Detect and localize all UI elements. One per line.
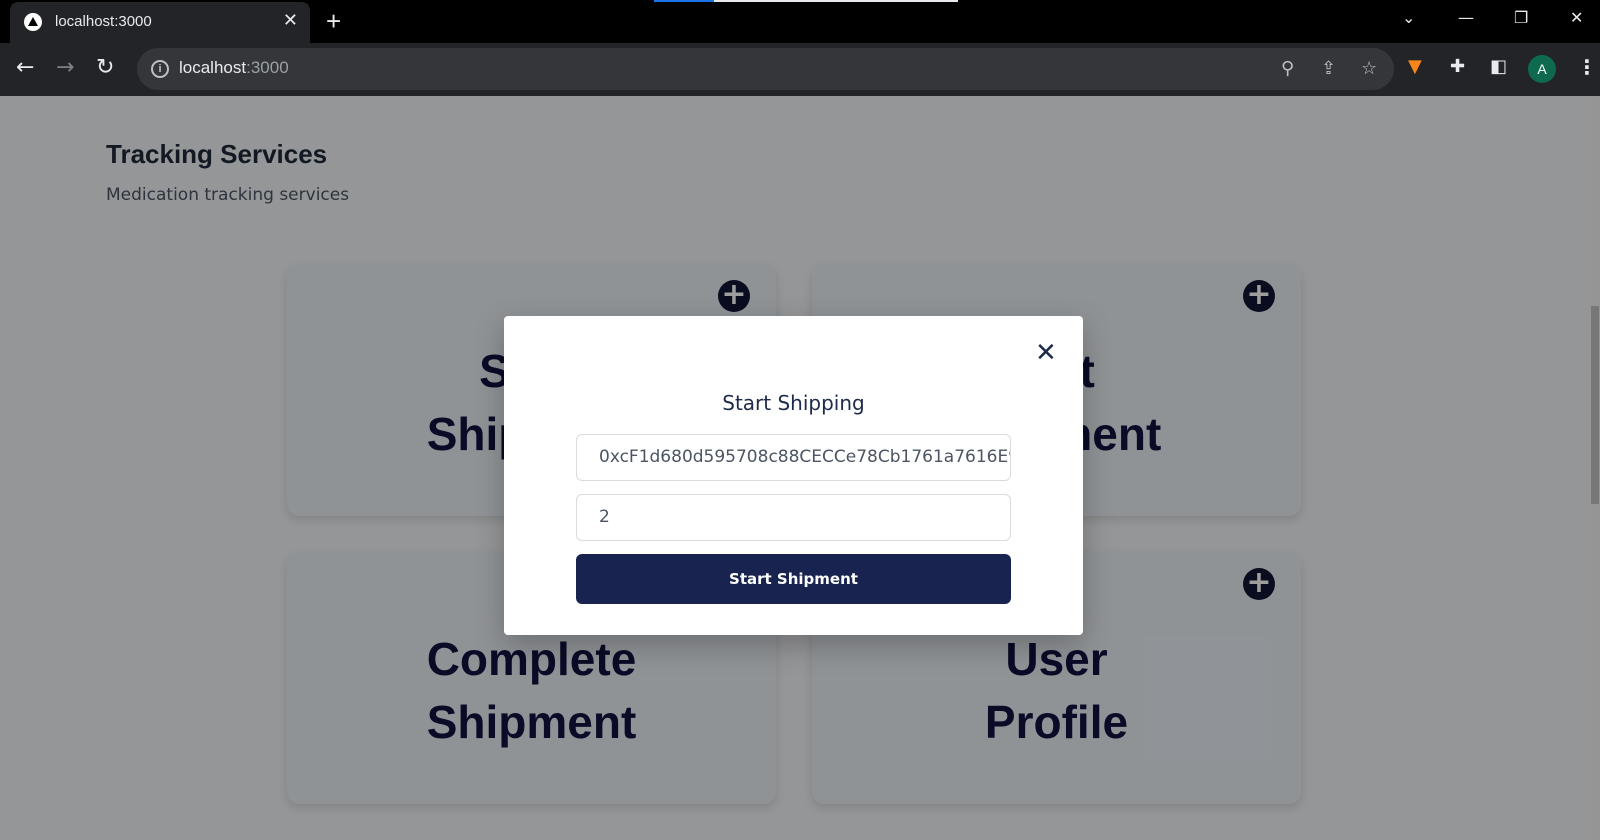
tab-close-icon[interactable]: ✕ [283, 10, 298, 31]
browser-toolbar: ← → ↻ i localhost:3000 ⚲ ⇪ ☆ ▼ ✚ ◧ A ⋮ [0, 43, 1600, 96]
forward-icon[interactable]: → [56, 55, 74, 80]
side-panel-icon[interactable]: ◧ [1490, 56, 1507, 77]
start-shipment-button[interactable]: Start Shipment [576, 554, 1011, 604]
metamask-fox-icon[interactable]: ▼ [1408, 56, 1422, 77]
start-shipping-modal: ✕ Start Shipping 0xcF1d680d595708c88CECC… [504, 316, 1083, 635]
close-icon[interactable]: ✕ [1035, 338, 1057, 368]
bookmark-star-icon[interactable]: ☆ [1361, 58, 1377, 79]
reload-icon[interactable]: ↻ [96, 55, 114, 80]
browser-menu-icon[interactable]: ⋮ [1577, 55, 1597, 79]
url-text: localhost:3000 [179, 58, 289, 77]
minimize-icon[interactable]: — [1458, 8, 1474, 27]
browser-tab[interactable]: localhost:3000 ✕ [10, 2, 310, 43]
extensions-puzzle-icon[interactable]: ✚ [1450, 56, 1465, 77]
modal-title: Start Shipping [722, 391, 865, 415]
tab-title: localhost:3000 [55, 13, 152, 30]
tab-search-icon[interactable]: ⌄ [1402, 8, 1415, 27]
site-info-icon[interactable]: i [151, 60, 169, 78]
profile-avatar[interactable]: A [1528, 55, 1556, 83]
restore-icon[interactable]: ❐ [1514, 8, 1528, 27]
share-icon[interactable]: ⇪ [1321, 58, 1336, 79]
address-bar[interactable]: i localhost:3000 ⚲ ⇪ ☆ [137, 48, 1394, 90]
back-icon[interactable]: ← [16, 55, 34, 80]
browser-tab-bar: localhost:3000 ✕ + ⌄ — ❐ ✕ [0, 0, 1600, 43]
favicon-icon [24, 13, 42, 31]
receiver-address-input[interactable]: 0xcF1d680d595708c88CECCe78Cb1761a7616E90… [576, 434, 1011, 481]
loading-indicator [654, 0, 958, 2]
new-tab-icon[interactable]: + [326, 6, 341, 37]
window-close-icon[interactable]: ✕ [1570, 8, 1583, 27]
zoom-icon[interactable]: ⚲ [1281, 58, 1294, 79]
product-id-input[interactable]: 2 [576, 494, 1011, 541]
